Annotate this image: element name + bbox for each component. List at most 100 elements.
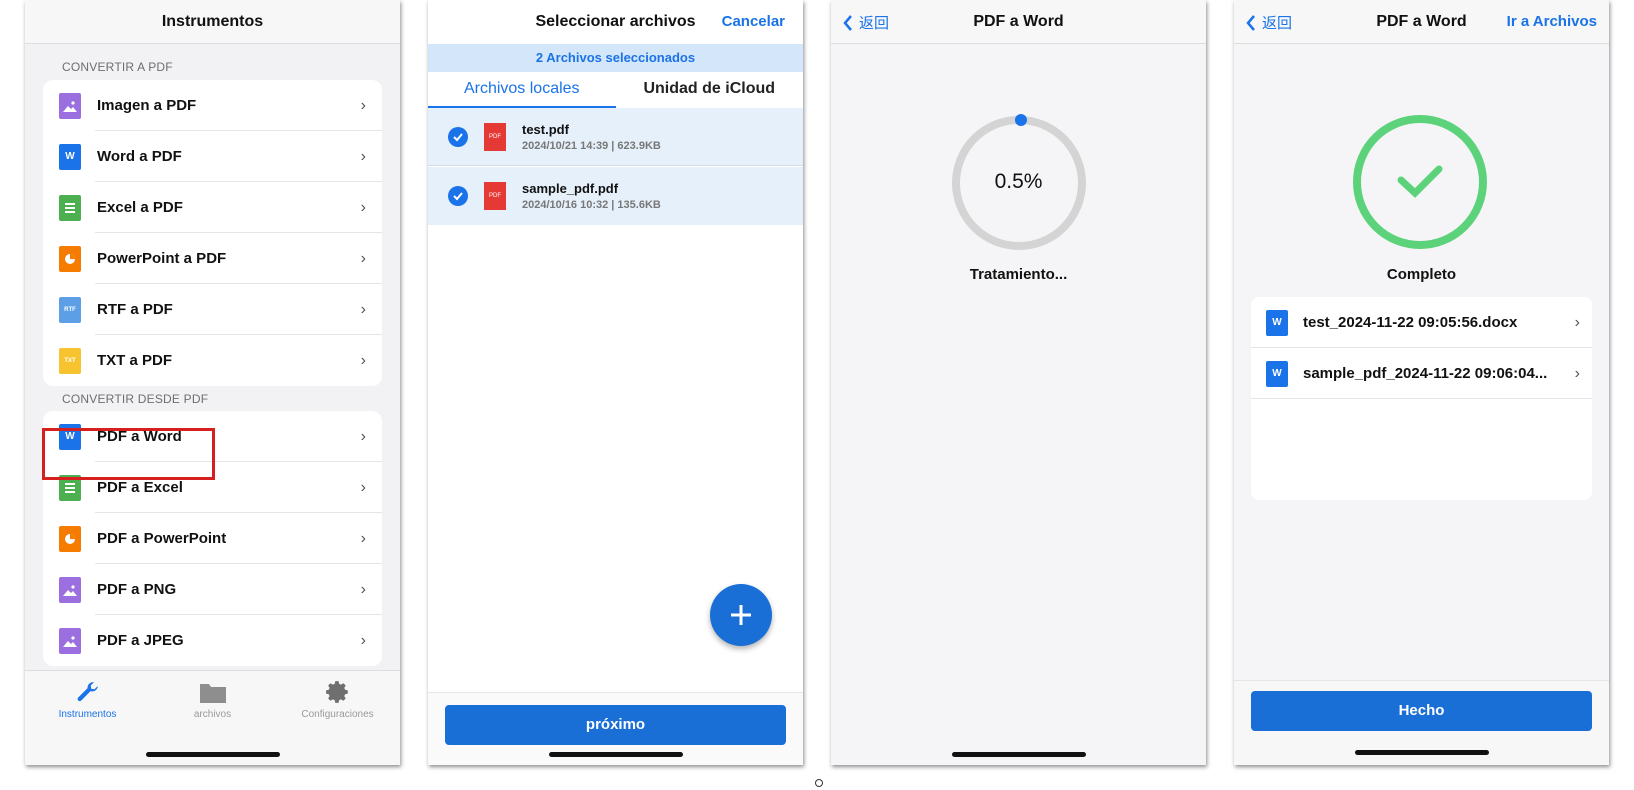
chevron-right-icon: › bbox=[360, 351, 366, 369]
selected-count-banner: 2 Archivos seleccionados bbox=[428, 44, 803, 72]
tab-settings[interactable]: Configuraciones bbox=[275, 679, 400, 720]
chevron-right-icon: › bbox=[360, 580, 366, 598]
result-row[interactable]: W test_2024-11-22 09:05:56.docx › bbox=[1251, 297, 1592, 348]
tab-icloud[interactable]: Unidad de iCloud bbox=[616, 72, 804, 108]
tool-row[interactable]: Imagen a PDF › bbox=[43, 80, 382, 131]
nav-bar: 返回 PDF a Word bbox=[831, 0, 1206, 44]
chevron-right-icon: › bbox=[1574, 364, 1580, 382]
go-to-files-link[interactable]: Ir a Archivos bbox=[1507, 13, 1597, 30]
back-button[interactable]: 返回 bbox=[843, 12, 889, 33]
home-indicator bbox=[548, 752, 683, 757]
section-header-from-pdf: CONVERTIR DESDE PDF bbox=[62, 392, 209, 406]
file-row[interactable]: PDF test.pdf 2024/10/21 14:39 | 623.9KB bbox=[428, 108, 803, 166]
word-icon: W bbox=[1266, 309, 1288, 336]
tool-label: RTF a PDF bbox=[97, 301, 173, 318]
nav-bar: Instrumentos bbox=[25, 0, 400, 44]
chevron-right-icon: › bbox=[360, 96, 366, 114]
home-indicator bbox=[145, 752, 280, 757]
page-title: Instrumentos bbox=[161, 12, 264, 30]
done-button[interactable]: Hecho bbox=[1251, 691, 1592, 731]
word-icon: W bbox=[59, 143, 81, 170]
file-meta: 2024/10/16 10:32 | 135.6KB bbox=[522, 199, 661, 211]
result-list: W test_2024-11-22 09:05:56.docx › W samp… bbox=[1251, 297, 1592, 500]
cancel-button[interactable]: Cancelar bbox=[722, 13, 785, 30]
file-meta: 2024/10/21 14:39 | 623.9KB bbox=[522, 139, 661, 152]
tool-label: TXT a PDF bbox=[97, 352, 173, 369]
tool-row[interactable]: PDF a PowerPoint › bbox=[43, 513, 382, 564]
back-label: 返回 bbox=[859, 15, 890, 32]
select-files-screen: Seleccionar archivos Cancelar 2 Archivos… bbox=[428, 0, 803, 765]
back-label: 返回 bbox=[1262, 15, 1293, 32]
result-row[interactable]: W sample_pdf_2024-11-22 09:06:04... › bbox=[1251, 348, 1592, 399]
nav-bar: Seleccionar archivos Cancelar bbox=[428, 0, 803, 44]
word-icon: W bbox=[1266, 360, 1288, 387]
excel-icon bbox=[59, 194, 81, 221]
status-label: Completo bbox=[1386, 266, 1457, 283]
tab-settings-label: Configuraciones bbox=[301, 709, 374, 720]
chevron-right-icon: › bbox=[360, 198, 366, 216]
tool-row[interactable]: PDF a JPEG › bbox=[43, 615, 382, 666]
txt-icon: TXT bbox=[59, 347, 81, 374]
tool-label: Word a PDF bbox=[97, 148, 182, 165]
plus-icon bbox=[731, 605, 751, 625]
tool-row[interactable]: PowerPoint a PDF › bbox=[43, 233, 382, 284]
complete-screen: 返回 PDF a Word Ir a Archivos Completo W t… bbox=[1234, 0, 1609, 765]
image-icon bbox=[59, 576, 81, 603]
chevron-right-icon: › bbox=[360, 478, 366, 496]
tool-label: PDF a Excel bbox=[97, 479, 183, 496]
tool-row[interactable]: Excel a PDF › bbox=[43, 182, 382, 233]
chevron-right-icon: › bbox=[360, 529, 366, 547]
checked-icon[interactable] bbox=[448, 186, 468, 206]
tab-tools-label: Instrumentos bbox=[58, 709, 117, 720]
home-indicator bbox=[1354, 750, 1489, 755]
chevron-left-icon bbox=[1246, 14, 1255, 31]
tab-files[interactable]: archivos bbox=[150, 679, 275, 720]
chevron-right-icon: › bbox=[360, 249, 366, 267]
tool-row[interactable]: PDF a PNG › bbox=[43, 564, 382, 615]
result-file-name: test_2024-11-22 09:05:56.docx bbox=[1303, 314, 1518, 331]
page-title: PDF a Word bbox=[1376, 12, 1467, 30]
image-icon bbox=[59, 92, 81, 119]
page-title: PDF a Word bbox=[973, 12, 1064, 30]
tool-label: PDF a PowerPoint bbox=[97, 530, 227, 547]
success-check-icon bbox=[1353, 115, 1487, 249]
section-header-to-pdf: CONVERTIR A PDF bbox=[62, 60, 173, 74]
back-button[interactable]: 返回 bbox=[1246, 12, 1292, 33]
checked-icon[interactable] bbox=[448, 126, 468, 147]
file-name: sample_pdf.pdf bbox=[522, 181, 619, 196]
nav-bar: 返回 PDF a Word Ir a Archivos bbox=[1234, 0, 1609, 44]
powerpoint-icon bbox=[59, 525, 81, 552]
home-indicator bbox=[951, 752, 1086, 757]
chevron-right-icon: › bbox=[360, 427, 366, 445]
bottom-bar: próximo bbox=[428, 692, 803, 765]
pdf-file-icon: PDF bbox=[484, 182, 506, 210]
next-button[interactable]: próximo bbox=[445, 705, 786, 745]
chevron-right-icon: › bbox=[1574, 313, 1580, 331]
tool-label: PDF a PNG bbox=[97, 581, 177, 598]
wrench-icon bbox=[25, 679, 150, 705]
tool-label: Imagen a PDF bbox=[97, 97, 197, 114]
tool-label: PDF a JPEG bbox=[97, 632, 184, 649]
converting-screen: 返回 PDF a Word 0.5% Tratamiento... bbox=[831, 0, 1206, 765]
tool-row[interactable]: RTF RTF a PDF › bbox=[43, 284, 382, 335]
file-row[interactable]: PDF sample_pdf.pdf 2024/10/16 10:32 | 13… bbox=[428, 167, 803, 225]
tool-row[interactable]: W Word a PDF › bbox=[43, 131, 382, 182]
image-icon bbox=[59, 627, 81, 654]
gear-icon bbox=[275, 679, 400, 705]
status-label: Tratamiento... bbox=[969, 266, 1068, 283]
file-name: test.pdf bbox=[522, 121, 569, 137]
chevron-left-icon bbox=[843, 14, 852, 31]
tool-row[interactable]: TXT TXT a PDF › bbox=[43, 335, 382, 386]
tab-files-label: archivos bbox=[193, 709, 232, 720]
add-file-button[interactable] bbox=[710, 584, 772, 646]
progress-value: 0.5% bbox=[994, 170, 1043, 193]
highlight-box bbox=[42, 428, 215, 480]
page-indicator bbox=[815, 779, 823, 787]
page-title: Seleccionar archivos bbox=[535, 13, 696, 30]
tool-label: Excel a PDF bbox=[97, 199, 183, 216]
bottom-bar: Hecho bbox=[1234, 680, 1609, 765]
tab-local-files[interactable]: Archivos locales bbox=[428, 72, 616, 108]
tab-bar: Instrumentos archivos Configuraciones bbox=[25, 670, 400, 765]
tab-tools[interactable]: Instrumentos bbox=[25, 679, 150, 720]
folder-icon bbox=[150, 679, 275, 705]
